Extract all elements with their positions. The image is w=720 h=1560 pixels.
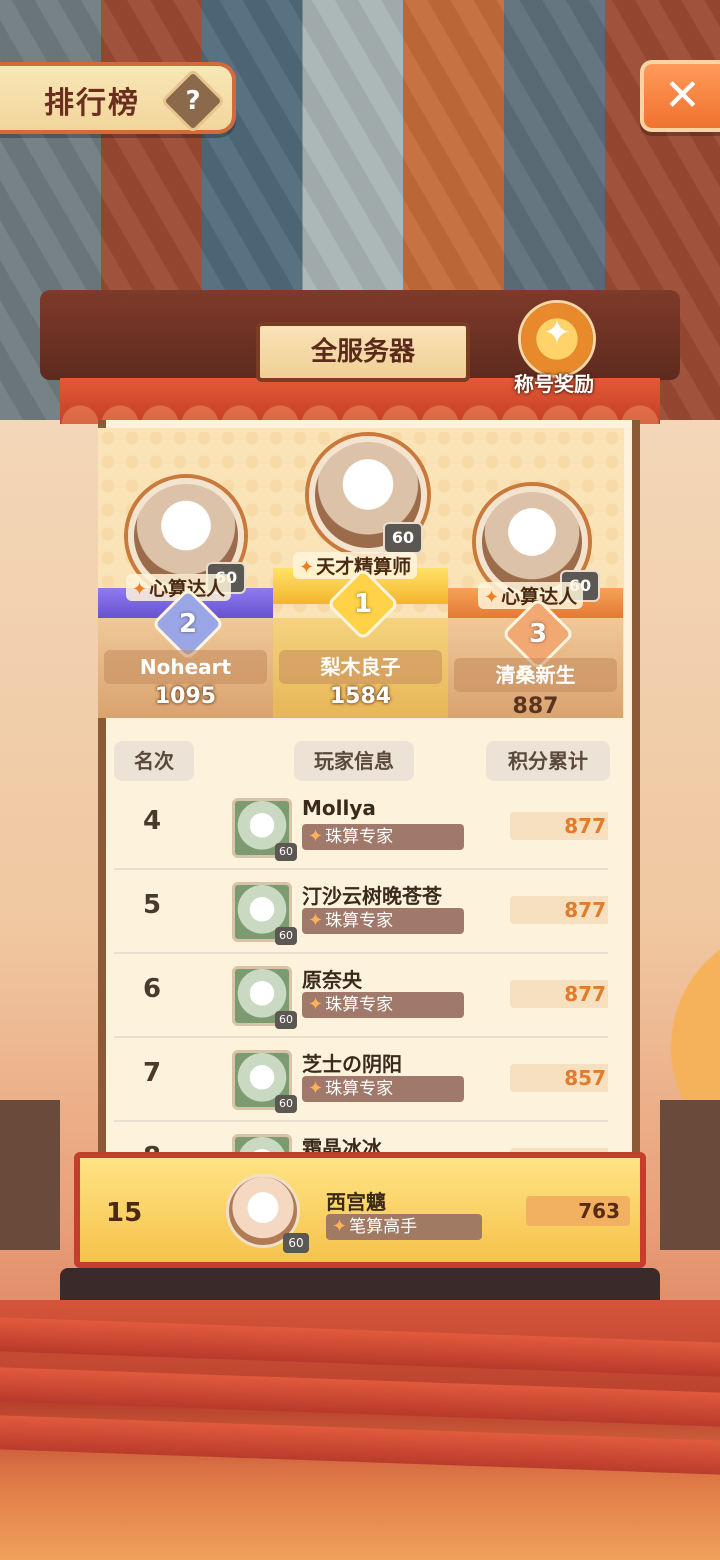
my-rank: 15 [106, 1198, 143, 1228]
level-badge: 60 [275, 1095, 297, 1113]
player-name: 清桑新生 [454, 658, 617, 692]
level-badge: 60 [275, 1011, 297, 1029]
leaderboard-title-tab: 排行榜 ? [0, 62, 236, 134]
top-three-podium: 60 ✦心算达人 2 Noheart 1095 60 ✦天才精算师 1 梨木良子… [98, 428, 624, 719]
question-icon: ? [185, 86, 201, 116]
my-title: ✦ 笔算高手 [326, 1214, 482, 1240]
rank-number: 1 [353, 589, 373, 619]
player-name: 汀沙云树晚苍苍 [302, 884, 442, 908]
star-icon: ✦ [299, 557, 315, 578]
star-icon: ✦ [132, 579, 148, 600]
header-player-info: 玩家信息 [294, 741, 414, 781]
player-score: 857 [510, 1064, 608, 1092]
rank-number: 3 [528, 619, 548, 649]
player-title: ✦ 珠算专家 [302, 824, 464, 850]
close-icon: ✕ [664, 70, 701, 121]
player-score: 877 [510, 896, 608, 924]
table-row[interactable]: 6 60 原奈央 ✦ 珠算专家 877 [114, 954, 608, 1038]
level-badge: 60 [275, 843, 297, 861]
player-name: 霜晶冰冰 [302, 1136, 382, 1152]
player-title-text: 珠算专家 [325, 827, 394, 847]
player-title: ✦ 珠算专家 [302, 1076, 464, 1102]
player-title-text: 珠算专家 [325, 995, 394, 1015]
player-name: 芝士の阴阳 [302, 1052, 402, 1076]
player-avatar[interactable] [232, 1134, 292, 1152]
level-badge: 60 [383, 522, 423, 554]
star-icon: ✦ [308, 910, 324, 931]
row-rank: 5 [142, 890, 162, 920]
player-avatar[interactable]: 60 [232, 882, 297, 945]
my-rank-row[interactable]: 15 60 西宫魑 ✦ 笔算高手 763 [74, 1152, 646, 1268]
podium-rank-2[interactable]: 60 ✦心算达人 2 Noheart 1095 [98, 428, 273, 718]
player-score: 887 [512, 694, 559, 719]
wooden-rail-left [0, 1100, 60, 1250]
player-name: Mollya [302, 796, 376, 820]
shuriken-icon: ✦ [542, 313, 572, 353]
player-score: 877 [510, 980, 608, 1008]
close-button[interactable]: ✕ [640, 60, 720, 132]
player-title-text: 珠算专家 [325, 911, 394, 931]
podium-rank-1[interactable]: 60 ✦ 天才精算师 1 梨木良子 1584 [273, 428, 448, 718]
leaderboard-title: 排行榜 [44, 86, 140, 121]
table-row[interactable]: 8 霜晶冰冰 837 [114, 1122, 608, 1152]
player-title: ✦ 珠算专家 [302, 992, 464, 1018]
player-avatar[interactable]: 60 [232, 966, 297, 1029]
help-button[interactable]: ? [160, 68, 226, 134]
my-avatar[interactable]: 60 [226, 1174, 309, 1253]
player-score: 877 [510, 812, 608, 840]
player-score: 1095 [154, 684, 217, 709]
title-reward-label: 称号奖励 [514, 372, 594, 396]
ranking-list[interactable]: 4 60 Mollya ✦ 珠算专家 877 5 60 汀沙云树晚苍苍 ✦ 珠算专家… [114, 786, 608, 1152]
row-rank: 6 [142, 974, 162, 1004]
table-row[interactable]: 5 60 汀沙云树晚苍苍 ✦ 珠算专家 877 [114, 870, 608, 954]
level-badge: 60 [275, 927, 297, 945]
table-row[interactable]: 7 60 芝士の阴阳 ✦ 珠算专家 857 [114, 1038, 608, 1122]
header-rank: 名次 [114, 741, 194, 781]
player-name: Noheart [104, 650, 267, 684]
wooden-rail-right [660, 1100, 720, 1250]
star-icon: ✦ [332, 1216, 348, 1237]
star-icon: ✦ [484, 587, 500, 608]
server-selector[interactable]: 全服务器 [256, 322, 470, 382]
level-badge: 60 [283, 1233, 309, 1253]
star-icon: ✦ [308, 1078, 324, 1099]
player-avatar[interactable]: 60 [232, 1050, 297, 1113]
player-name: 梨木良子 [279, 650, 442, 684]
rank-number: 2 [178, 609, 198, 639]
row-rank: 4 [142, 806, 162, 836]
podium-rank-3[interactable]: 60 ✦心算达人 3 清桑新生 887 [448, 428, 623, 719]
star-icon: ✦ [308, 994, 324, 1015]
player-title: ✦ 珠算专家 [302, 908, 464, 934]
row-rank: 8 [132, 1142, 172, 1152]
my-score: 763 [526, 1196, 630, 1226]
star-icon: ✦ [308, 826, 324, 847]
my-name: 西宫魑 [326, 1190, 386, 1214]
player-score: 1584 [329, 684, 392, 709]
player-title-text: 珠算专家 [325, 1079, 394, 1099]
title-reward-button[interactable]: ✦ [518, 300, 596, 378]
row-rank: 7 [142, 1058, 162, 1088]
header-score: 积分累计 [486, 741, 610, 781]
list-header: 名次 玩家信息 积分累计 [98, 735, 624, 785]
player-name: 原奈央 [302, 968, 362, 992]
my-title-text: 笔算高手 [349, 1217, 418, 1237]
table-row[interactable]: 4 60 Mollya ✦ 珠算专家 877 [114, 786, 608, 870]
player-avatar[interactable]: 60 [232, 798, 297, 861]
